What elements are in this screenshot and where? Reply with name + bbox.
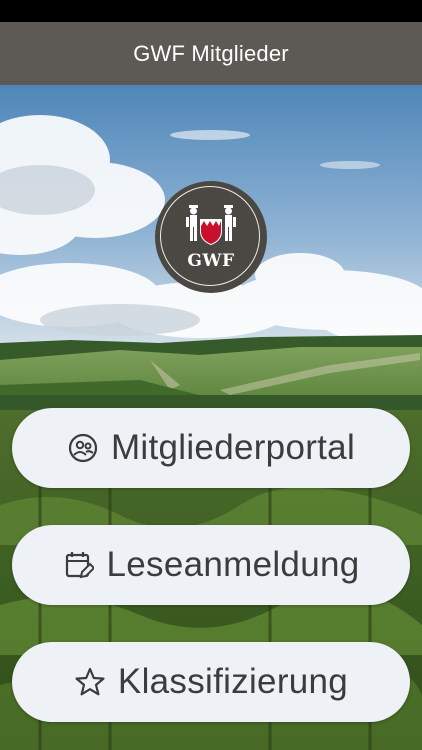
leseanmeldung-button[interactable]: Leseanmeldung <box>12 525 410 605</box>
klassifizierung-label: Klassifizierung <box>117 662 349 701</box>
app-bar: GWF Mitglieder <box>0 22 422 85</box>
mitgliederportal-button[interactable]: Mitgliederportal <box>12 408 410 488</box>
app-title: GWF Mitglieder <box>133 40 289 66</box>
status-bar <box>0 0 422 22</box>
leseanmeldung-label: Leseanmeldung <box>106 545 360 584</box>
franconian-rake-emblem-icon <box>186 205 236 245</box>
logo-text: GWF <box>187 251 235 271</box>
background-image: GWF Mitgliederportal Leseanmeldung Klass… <box>0 85 422 750</box>
star-icon <box>74 666 106 698</box>
klassifizierung-button[interactable]: Klassifizierung <box>12 642 410 722</box>
mitgliederportal-label: Mitgliederportal <box>110 428 356 467</box>
gwf-logo: GWF <box>155 181 267 293</box>
calendar-edit-icon <box>63 549 95 581</box>
member-portal-icon <box>67 432 99 464</box>
